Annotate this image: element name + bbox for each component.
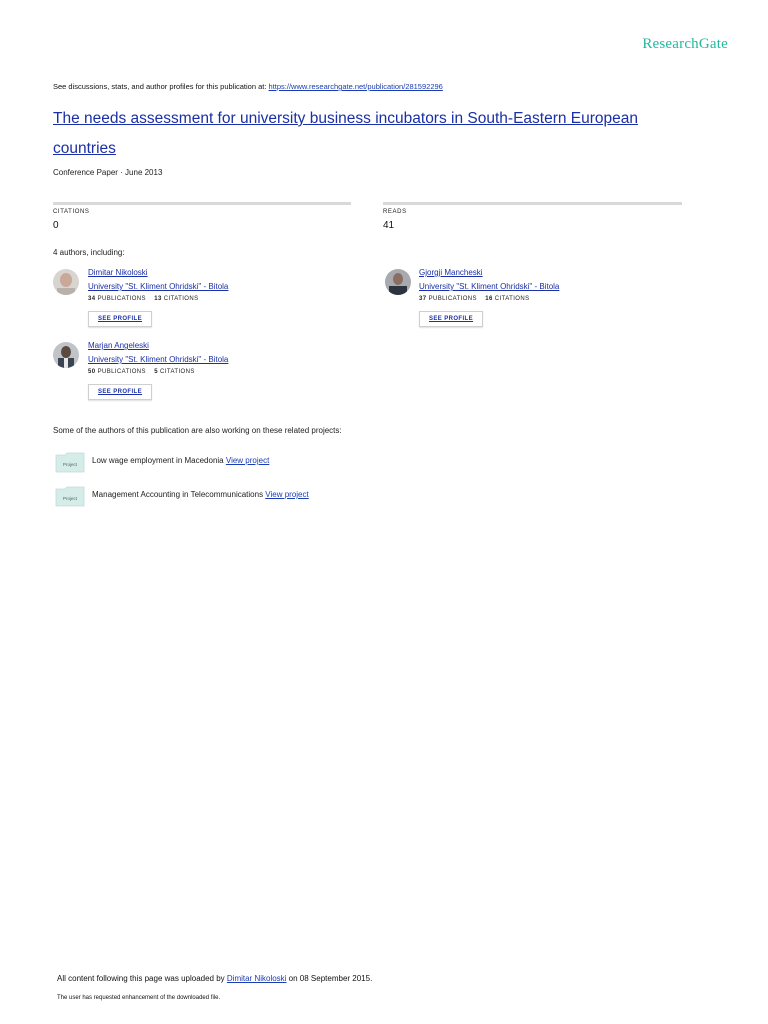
publication-title-link[interactable]: The needs assessment for university busi… bbox=[53, 104, 693, 164]
author-affiliation-link[interactable]: University "St. Kliment Ohridski" - Bito… bbox=[88, 355, 228, 364]
citations-label: CITATIONS bbox=[160, 369, 195, 375]
see-profile-button[interactable]: SEE PROFILE bbox=[419, 311, 483, 327]
author-avatar[interactable] bbox=[53, 269, 79, 295]
upload-prefix: All content following this page was uplo… bbox=[57, 974, 227, 983]
publications-label: PUBLICATIONS bbox=[428, 296, 477, 302]
publications-count: 34 bbox=[88, 296, 96, 302]
researchgate-logo[interactable]: ResearchGate bbox=[642, 36, 728, 53]
author-avatar[interactable] bbox=[53, 342, 79, 368]
author-name-link[interactable]: Dimitar Nikoloski bbox=[88, 268, 148, 277]
citations-count: 16 bbox=[485, 296, 493, 302]
view-project-link[interactable]: View project bbox=[265, 490, 308, 499]
author-name-link[interactable]: Gjorgji Mancheski bbox=[419, 268, 483, 277]
author-name-link[interactable]: Marjan Angeleski bbox=[88, 341, 149, 350]
reads-divider bbox=[383, 202, 682, 205]
reads-label: READS bbox=[383, 209, 407, 215]
publications-count: 37 bbox=[419, 296, 427, 302]
project-item: Management Accounting in Telecommunicati… bbox=[92, 490, 309, 499]
project-icon-label: Project bbox=[63, 496, 78, 501]
publications-label: PUBLICATIONS bbox=[97, 296, 146, 302]
reads-value: 41 bbox=[383, 220, 395, 231]
upload-suffix: on 08 September 2015. bbox=[286, 974, 373, 983]
related-projects-heading: Some of the authors of this publication … bbox=[53, 426, 342, 435]
enhancement-note: The user has requested enhancement of th… bbox=[57, 995, 221, 1001]
project-icon-label: Project bbox=[63, 462, 78, 467]
publication-meta: Conference Paper · June 2013 bbox=[53, 168, 163, 177]
author-stats: 37 PUBLICATIONS 16 CITATIONS bbox=[419, 296, 530, 302]
upload-note: All content following this page was uplo… bbox=[57, 974, 372, 983]
project-name: Management Accounting in Telecommunicati… bbox=[92, 490, 264, 499]
author-affiliation-link[interactable]: University "St. Kliment Ohridski" - Bito… bbox=[88, 282, 228, 291]
citations-label: CITATIONS bbox=[494, 296, 530, 302]
author-stats: 34 PUBLICATIONS 13 CITATIONS bbox=[88, 296, 199, 302]
discussions-text: See discussions, stats, and author profi… bbox=[53, 82, 269, 91]
citations-count: 5 bbox=[154, 369, 158, 375]
publications-label: PUBLICATIONS bbox=[97, 369, 146, 375]
author-affiliation-link[interactable]: University "St. Kliment Ohridski" - Bito… bbox=[419, 282, 559, 291]
project-folder-icon: Project bbox=[55, 451, 85, 473]
citations-divider bbox=[53, 202, 351, 205]
citations-count: 13 bbox=[154, 296, 162, 302]
authors-heading: 4 authors, including: bbox=[53, 248, 125, 257]
author-stats: 50 PUBLICATIONS 5 CITATIONS bbox=[88, 369, 195, 375]
publications-count: 50 bbox=[88, 369, 96, 375]
citations-label: CITATIONS bbox=[53, 209, 90, 215]
project-item: Low wage employment in Macedonia View pr… bbox=[92, 456, 269, 465]
see-profile-button[interactable]: SEE PROFILE bbox=[88, 384, 152, 400]
author-avatar[interactable] bbox=[385, 269, 411, 295]
citations-label: CITATIONS bbox=[163, 296, 199, 302]
uploader-link[interactable]: Dimitar Nikoloski bbox=[227, 974, 287, 983]
discussions-line: See discussions, stats, and author profi… bbox=[53, 82, 443, 91]
view-project-link[interactable]: View project bbox=[226, 456, 269, 465]
citations-value: 0 bbox=[53, 220, 59, 231]
project-name: Low wage employment in Macedonia bbox=[92, 456, 224, 465]
project-folder-icon: Project bbox=[55, 485, 85, 507]
publication-url-link[interactable]: https://www.researchgate.net/publication… bbox=[269, 82, 443, 91]
see-profile-button[interactable]: SEE PROFILE bbox=[88, 311, 152, 327]
